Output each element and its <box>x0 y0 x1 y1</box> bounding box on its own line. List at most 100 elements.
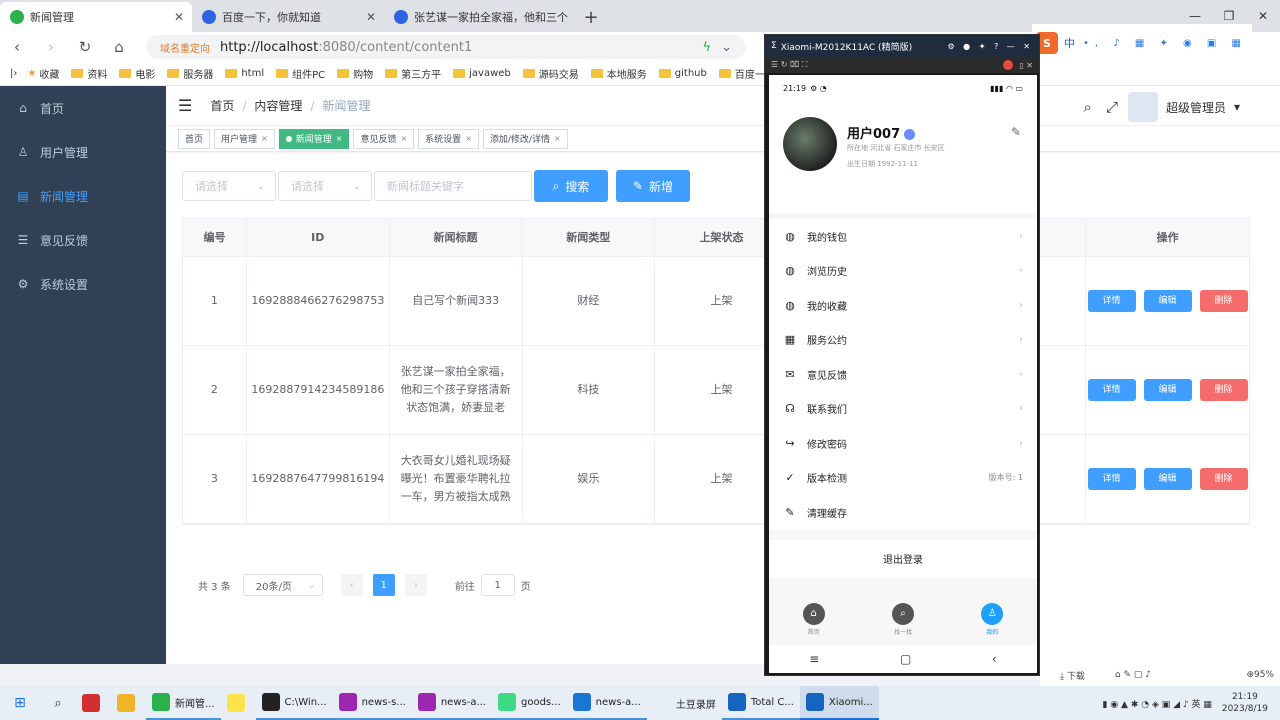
tag-5[interactable]: 添加/修改/详情 × <box>482 128 568 149</box>
minimize-icon[interactable]: — <box>1178 9 1212 23</box>
keyword-input[interactable]: 新闻标题关键字 <box>374 171 532 201</box>
admin-name[interactable]: 超级管理员 <box>1166 99 1226 116</box>
breadcrumb-home[interactable]: 首页 <box>210 97 234 114</box>
reload-icon[interactable]: ↻ <box>68 38 102 56</box>
add-button[interactable]: ✎ 新增 <box>616 170 690 202</box>
bookmark-item[interactable]: 资料 <box>71 66 107 81</box>
profile-menu-item[interactable]: ✉ 意见反馈 › <box>769 357 1037 392</box>
profile-menu-item[interactable]: ◍ 我的钱包 › <box>769 219 1037 254</box>
browser-tab-news-admin[interactable]: 新闻管理 ✕ <box>0 2 192 32</box>
page-size-select[interactable]: 20条/页 ⌄ <box>242 574 323 596</box>
edit-button[interactable]: 编辑 <box>1143 379 1192 401</box>
taskbar-app-7[interactable]: goods... <box>491 686 567 720</box>
ime-language[interactable]: 中 <box>1064 35 1075 51</box>
tray-clock[interactable]: 21:19 2023/8/19 <box>1222 691 1268 715</box>
tag-3[interactable]: 意见反馈 × <box>353 128 415 149</box>
close-icon[interactable]: ✕ <box>366 10 376 24</box>
status-select[interactable]: 请选择 ⌄ <box>278 171 372 201</box>
ime-tool-icons[interactable]: •, ♪ ▦ ✦ ◉ ▣ ▦ <box>1083 38 1247 49</box>
profile-card[interactable]: 用户007 所在地 河北省 石家庄市 长安区 出生日期 1992-11-11 ✎ <box>769 101 1037 213</box>
home-button-icon[interactable]: ▢ <box>900 652 911 666</box>
browser-tab-news-article[interactable]: 张艺谋一家拍全家福，他和三个 <box>384 2 576 32</box>
profile-menu-item[interactable]: ✎ 清理缓存 <box>769 495 1037 530</box>
phone-tab-1[interactable]: ⌕ 找一找 <box>891 602 914 636</box>
chevron-down-icon[interactable]: ⌄ <box>721 40 732 55</box>
recent-apps-icon[interactable]: ≡ <box>809 652 819 666</box>
close-icon[interactable]: × <box>336 134 343 143</box>
close-icon[interactable]: × <box>261 134 268 143</box>
profile-menu-item[interactable]: ◍ 我的收藏 › <box>769 288 1037 323</box>
taskbar-app-10[interactable]: Total C... <box>721 686 800 720</box>
close-icon[interactable]: × <box>400 134 407 143</box>
url-field[interactable]: 域名重定向 http://localhost :8080/content/con… <box>146 35 746 59</box>
goto-page-input[interactable]: 1 <box>480 574 515 596</box>
new-tab-icon[interactable]: + <box>576 2 606 32</box>
taskbar-app-0[interactable] <box>76 686 111 720</box>
logout-button[interactable]: 退出登录 <box>769 539 1037 578</box>
taskbar-app-11[interactable]: Xiaomi... <box>799 686 879 720</box>
close-icon[interactable]: × <box>465 134 472 143</box>
browser-tab-baidu[interactable]: 百度一下，你就知道 ✕ <box>192 2 384 32</box>
record-icon[interactable] <box>1003 60 1014 70</box>
breadcrumb-content[interactable]: 内容管理 <box>254 97 302 114</box>
sidebar-item-3[interactable]: ☰ 意见反馈 <box>0 218 166 262</box>
bookmark-item[interactable]: 本地服务 <box>590 66 647 81</box>
phone-toolbar-icons[interactable]: ☰ ↻ ⌧ ⛶ <box>771 60 807 70</box>
profile-menu-item[interactable]: ◍ 浏览历史 › <box>769 254 1037 289</box>
next-page-button[interactable]: › <box>404 574 427 596</box>
phone-toolbar-right-icons[interactable]: ▯ ✕ <box>1019 61 1033 70</box>
sidebar-item-0[interactable]: ⌂ 首页 <box>0 86 166 130</box>
taskbar-app-5[interactable]: news-s... <box>332 686 412 720</box>
profile-menu-item[interactable]: ▦ 服务公约 › <box>769 323 1037 358</box>
profile-avatar[interactable] <box>783 117 837 171</box>
zoom-level[interactable]: ⊕95% <box>1246 670 1274 680</box>
bookmark-item[interactable]: 第三方平 <box>385 66 441 81</box>
tag-1[interactable]: 用户管理 × <box>214 128 275 149</box>
close-icon[interactable]: × <box>554 134 561 143</box>
search-button[interactable]: ⌕ 搜索 <box>534 170 608 202</box>
bookmark-item[interactable]: 服务器 <box>167 66 213 81</box>
close-icon[interactable]: ✕ <box>174 10 184 24</box>
edit-profile-icon[interactable]: ✎ <box>1011 125 1021 139</box>
detail-button[interactable]: 详情 <box>1087 379 1136 401</box>
forward-icon[interactable]: › <box>34 38 68 56</box>
sidebar-toggle-icon[interactable]: |› <box>10 68 17 79</box>
detail-button[interactable]: 详情 <box>1087 468 1136 490</box>
taskbar-app-2[interactable]: 新闻管... <box>146 686 221 720</box>
phone-tab-2[interactable]: ♙ 我的 <box>981 602 1004 636</box>
bolt-icon[interactable]: ϟ <box>703 40 712 55</box>
prev-page-button[interactable]: ‹ <box>340 574 363 596</box>
page-number-current[interactable]: 1 <box>372 574 395 596</box>
sidebar-item-4[interactable]: ⚙ 系统设置 <box>0 262 166 306</box>
taskbar-app-3[interactable] <box>221 686 256 720</box>
fullscreen-icon[interactable]: ⤢ <box>1106 98 1118 116</box>
bookmark-item[interactable]: 组件PC <box>276 66 325 81</box>
bookmark-item[interactable]: 百度一 <box>718 66 765 81</box>
tag-2[interactable]: 新闻管理 × <box>278 128 350 149</box>
caret-down-icon[interactable]: ▾ <box>1234 100 1240 114</box>
close-window-icon[interactable]: ✕ <box>1246 9 1280 23</box>
edit-button[interactable]: 编辑 <box>1143 290 1192 312</box>
taskbar-app-4[interactable]: C:\Win... <box>255 686 333 720</box>
bookmark-item[interactable]: 源码交易 <box>522 66 579 81</box>
tray-icons[interactable]: ▮ ◉ ▲ ✱ ◔ ◈ ▣ ◢ ♪ 英 ▦ <box>1103 697 1212 710</box>
back-icon[interactable]: ‹ <box>0 38 34 56</box>
hamburger-icon[interactable]: ☰ <box>178 96 192 115</box>
taskbar-app-1[interactable] <box>111 686 146 720</box>
sidebar-item-1[interactable]: ♙ 用户管理 <box>0 130 166 174</box>
phone-window-controls[interactable]: ⚙ ● ✦ ? — ✕ <box>947 42 1033 51</box>
bookmark-item[interactable]: javaweb <box>453 68 511 79</box>
status-tool-icons[interactable]: ⌂ ✎ ▢ ♪ <box>1115 670 1151 680</box>
bookmark-item[interactable]: html <box>225 68 264 79</box>
taskbar-app-8[interactable]: news-a... <box>566 686 647 720</box>
restore-icon[interactable]: ❐ <box>1212 9 1246 23</box>
bookmark-item[interactable]: github <box>658 68 707 79</box>
profile-menu-item[interactable]: ✓ 版本检测 版本号: 1 <box>769 461 1037 496</box>
phone-tab-0[interactable]: ⌂ 首页 <box>802 602 825 636</box>
home-icon[interactable]: ⌂ <box>102 38 136 56</box>
delete-button[interactable]: 删除 <box>1199 379 1248 401</box>
search-icon[interactable]: ⌕ <box>40 696 76 711</box>
tag-4[interactable]: 系统设置 × <box>418 128 479 149</box>
taskbar-app-9[interactable]: 土豆录屏 <box>647 686 722 720</box>
tag-0[interactable]: 首页 <box>178 128 211 149</box>
